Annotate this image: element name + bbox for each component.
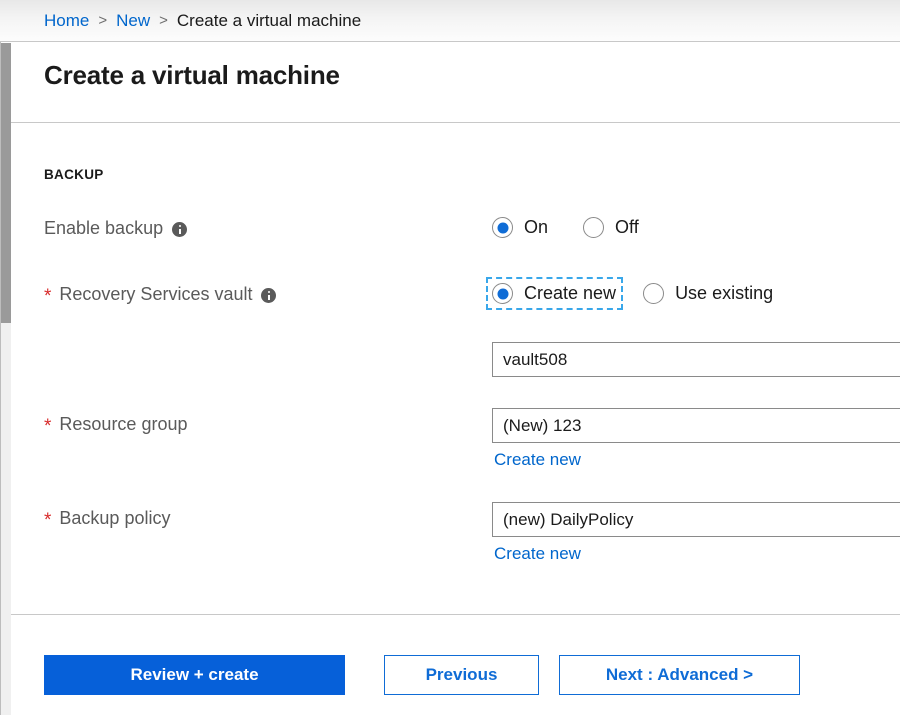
label-recovery-services-vault: * Recovery Services vault bbox=[44, 284, 276, 305]
radio-indicator-off bbox=[583, 217, 604, 238]
page-title: Create a virtual machine bbox=[44, 60, 340, 91]
radio-label-use-existing: Use existing bbox=[675, 283, 773, 304]
radio-option-create-new[interactable]: Create new bbox=[487, 278, 622, 309]
breadcrumb-separator-icon: > bbox=[98, 12, 107, 29]
label-backup-policy: * Backup policy bbox=[44, 508, 170, 529]
radio-option-on[interactable]: On bbox=[487, 212, 554, 243]
info-icon[interactable] bbox=[261, 288, 276, 303]
required-asterisk: * bbox=[44, 417, 51, 436]
breadcrumb-item-current: Create a virtual machine bbox=[177, 11, 361, 31]
form-row-vault-name bbox=[11, 342, 900, 379]
section-header-backup: BACKUP bbox=[44, 167, 104, 182]
radio-group-enable-backup: On Off bbox=[487, 212, 645, 243]
required-asterisk: * bbox=[44, 287, 51, 306]
vertical-scrollbar-track[interactable] bbox=[1, 43, 11, 715]
form-row-recovery-services-vault: * Recovery Services vault Create new Use… bbox=[11, 276, 900, 320]
wizard-footer: Review + create Previous Next : Advanced… bbox=[11, 616, 900, 715]
radio-label-on: On bbox=[524, 217, 548, 238]
info-icon[interactable] bbox=[172, 222, 187, 237]
label-enable-backup-text: Enable backup bbox=[44, 218, 163, 239]
backup-form: BACKUP Enable backup On Off * bbox=[11, 124, 900, 615]
breadcrumb-item-home[interactable]: Home bbox=[44, 11, 89, 31]
create-new-resource-group-link[interactable]: Create new bbox=[494, 450, 581, 470]
vertical-scrollbar-thumb[interactable] bbox=[1, 43, 11, 323]
next-advanced-button[interactable]: Next : Advanced > bbox=[559, 655, 800, 695]
label-resource-group-text: Resource group bbox=[59, 414, 187, 435]
label-backup-policy-text: Backup policy bbox=[59, 508, 170, 529]
required-asterisk: * bbox=[44, 511, 51, 530]
review-create-button[interactable]: Review + create bbox=[44, 655, 345, 695]
radio-option-off[interactable]: Off bbox=[578, 212, 645, 243]
resource-group-input[interactable] bbox=[492, 408, 900, 443]
form-row-enable-backup: Enable backup On Off bbox=[11, 210, 900, 252]
radio-indicator-create-new bbox=[492, 283, 513, 304]
create-new-backup-policy-link[interactable]: Create new bbox=[494, 544, 581, 564]
form-row-resource-group: * Resource group Create new bbox=[11, 408, 900, 468]
breadcrumb-separator-icon: > bbox=[159, 12, 168, 29]
radio-label-off: Off bbox=[615, 217, 639, 238]
previous-button[interactable]: Previous bbox=[384, 655, 539, 695]
radio-indicator-use-existing bbox=[643, 283, 664, 304]
blade-title-bar: Create a virtual machine bbox=[11, 43, 900, 123]
label-recovery-services-vault-text: Recovery Services vault bbox=[59, 284, 252, 305]
label-resource-group: * Resource group bbox=[44, 414, 187, 435]
form-row-backup-policy: * Backup policy Create new bbox=[11, 502, 900, 562]
label-enable-backup: Enable backup bbox=[44, 218, 187, 239]
radio-option-use-existing[interactable]: Use existing bbox=[638, 278, 779, 309]
breadcrumb: Home > New > Create a virtual machine bbox=[0, 0, 900, 42]
radio-label-create-new: Create new bbox=[524, 283, 616, 304]
vault-name-input[interactable] bbox=[492, 342, 900, 377]
radio-group-recovery-services-vault: Create new Use existing bbox=[487, 278, 779, 309]
backup-policy-input[interactable] bbox=[492, 502, 900, 537]
breadcrumb-item-new[interactable]: New bbox=[116, 11, 150, 31]
azure-portal-blade: Home > New > Create a virtual machine Cr… bbox=[0, 0, 900, 715]
radio-indicator-on bbox=[492, 217, 513, 238]
